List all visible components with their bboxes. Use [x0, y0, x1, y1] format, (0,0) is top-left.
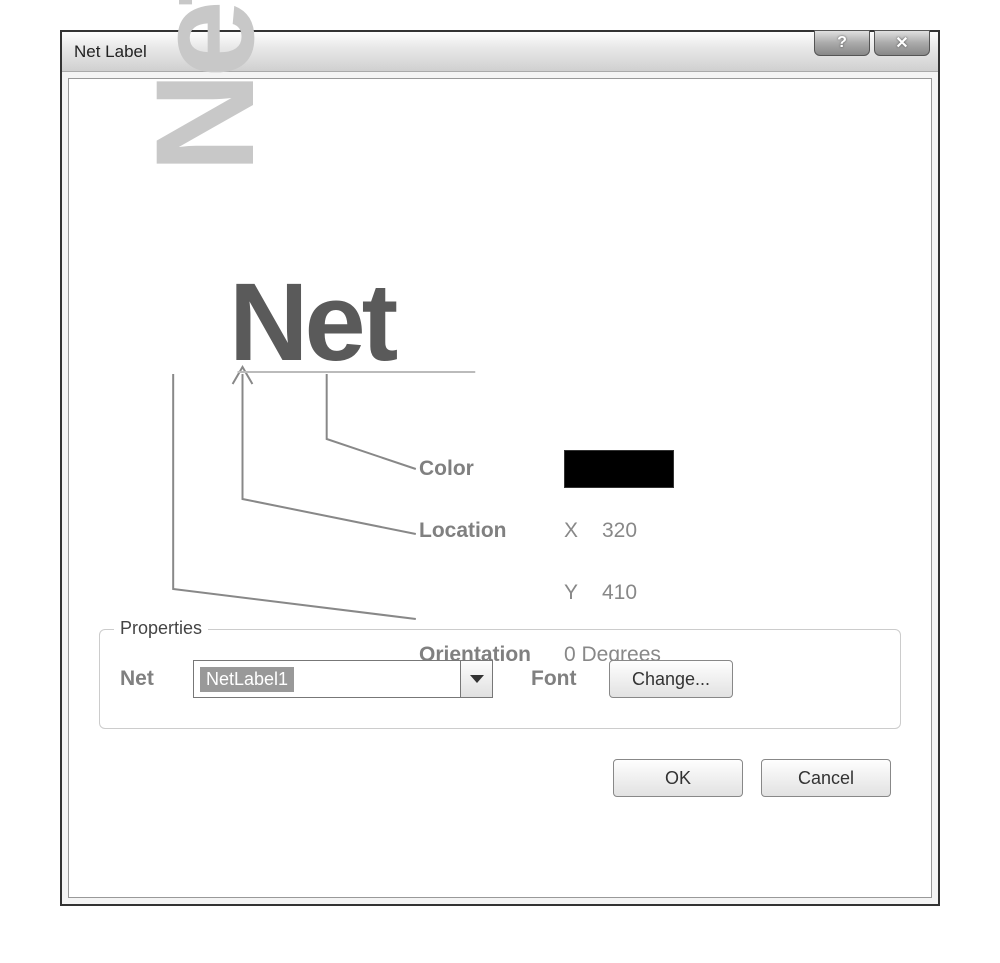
net-combobox[interactable]: NetLabel1: [193, 660, 493, 698]
net-label: Net: [120, 667, 175, 691]
properties-legend: Properties: [114, 618, 208, 639]
close-icon: ✕: [895, 33, 908, 53]
preview-rotated-text: Net: [135, 0, 275, 173]
net-dropdown-button[interactable]: [460, 661, 492, 697]
chevron-down-icon: [470, 675, 484, 683]
preview-area: Net Net Color Location: [89, 99, 911, 629]
net-input[interactable]: NetLabel1: [194, 661, 460, 697]
y-label: Y: [564, 581, 602, 605]
x-value[interactable]: 320: [602, 519, 637, 543]
color-swatch[interactable]: [564, 450, 674, 488]
font-label: Font: [531, 667, 591, 691]
location-label: Location: [419, 519, 564, 543]
ok-button[interactable]: OK: [613, 759, 743, 797]
color-row: Color: [419, 449, 674, 489]
change-font-button[interactable]: Change...: [609, 660, 733, 698]
dialog-content: Net Net Color Location: [68, 78, 932, 898]
dialog-buttons: OK Cancel: [89, 759, 911, 797]
net-value: NetLabel1: [200, 667, 294, 692]
properties-row: Net NetLabel1 Font Change...: [120, 660, 880, 698]
close-button[interactable]: ✕: [874, 30, 930, 56]
preview-main-text: Net: [229, 259, 394, 386]
help-button[interactable]: ?: [814, 30, 870, 56]
help-icon: ?: [837, 34, 847, 52]
location-row-x: Location X 320: [419, 511, 674, 551]
x-label: X: [564, 519, 602, 543]
location-row-y: Y 410: [419, 573, 674, 613]
cancel-button[interactable]: Cancel: [761, 759, 891, 797]
color-label: Color: [419, 457, 564, 481]
dialog-window: Net Label ? ✕ Net Net: [60, 30, 940, 906]
titlebar-controls: ? ✕: [814, 30, 930, 56]
properties-group: Properties Net NetLabel1 Font Change...: [99, 629, 901, 729]
y-value[interactable]: 410: [602, 581, 637, 605]
